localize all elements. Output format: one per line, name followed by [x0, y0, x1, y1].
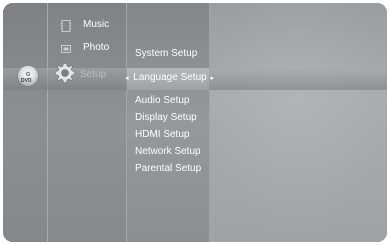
submenu-label: Parental Setup	[135, 163, 202, 174]
submenu-item-network-setup[interactable]: Network Setup	[135, 146, 201, 157]
film-strip-icon	[60, 19, 72, 32]
screen: DVD Music Photo Setup System Setup ◂ Lan…	[0, 0, 390, 245]
submenu-label: Display Setup	[135, 112, 197, 123]
submenu-label: Audio Setup	[135, 95, 190, 106]
left-arrow-icon: ◂	[125, 75, 129, 82]
submenu-label: Network Setup	[135, 146, 201, 157]
main-menu-label-music: Music	[83, 19, 110, 30]
submenu-item-language-setup[interactable]: ◂ Language Setup ▸	[125, 72, 214, 83]
main-menu-item-setup[interactable]: Setup	[51, 60, 125, 88]
menu-frame: DVD Music Photo Setup System Setup ◂ Lan…	[3, 3, 387, 242]
submenu-label: System Setup	[135, 48, 198, 59]
main-menu-item-music[interactable]: Music	[51, 18, 125, 34]
submenu-item-system-setup[interactable]: System Setup	[135, 48, 197, 59]
submenu-item-parental-setup[interactable]: Parental Setup	[135, 163, 201, 174]
disc-column	[3, 3, 48, 242]
dvd-badge: DVD	[21, 78, 32, 84]
submenu-item-hdmi-setup[interactable]: HDMI Setup	[135, 129, 189, 140]
submenu-item-display-setup[interactable]: Display Setup	[135, 112, 197, 123]
submenu-item-audio-setup[interactable]: Audio Setup	[135, 95, 190, 106]
main-menu-column	[48, 3, 127, 242]
main-menu-item-photo[interactable]: Photo	[51, 41, 125, 57]
main-menu-label-setup: Setup	[80, 69, 107, 80]
submenu-label: Language Setup	[133, 72, 207, 83]
main-menu-label-photo: Photo	[83, 42, 110, 53]
gear-icon	[54, 62, 76, 84]
photo-frame-icon	[60, 42, 72, 54]
dvd-disc-icon: DVD	[17, 65, 39, 87]
right-arrow-icon: ▸	[210, 75, 214, 82]
detail-panel-highlight	[210, 3, 387, 242]
submenu-label: HDMI Setup	[135, 129, 190, 140]
